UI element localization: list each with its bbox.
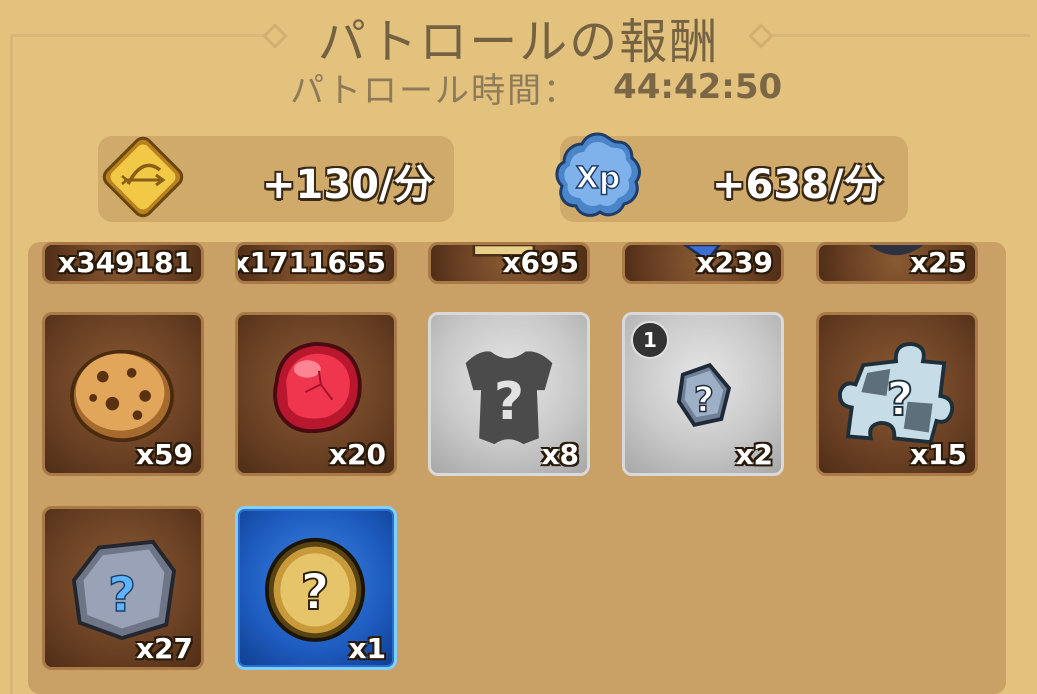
patrol-time-row: パトロール時間： 44:42:50 bbox=[290, 62, 782, 112]
gold-rate-value: +130/分 bbox=[262, 162, 434, 208]
reward-slot-mystery-stone[interactable]: ? x27 bbox=[42, 506, 204, 670]
reward-quantity: x2 bbox=[735, 438, 773, 471]
reward-slot-mystery-coin[interactable]: ? x1 bbox=[235, 506, 397, 670]
reward-slot-cookie[interactable]: x59 bbox=[42, 312, 204, 476]
svg-text:?: ? bbox=[694, 380, 714, 420]
frame-line bbox=[10, 34, 13, 694]
reward-slot-mystery-shard[interactable]: ? 1 x2 bbox=[622, 312, 784, 476]
svg-text:?: ? bbox=[494, 372, 524, 432]
reward-quantity: x15 bbox=[909, 438, 967, 471]
reward-slot[interactable]: x239 bbox=[622, 242, 784, 284]
rewards-panel[interactable]: x349181 x1711655 x695 x239 x25 x59 x20 ?… bbox=[28, 242, 1006, 694]
reward-count-badge: 1 bbox=[631, 321, 669, 359]
svg-text:Xp: Xp bbox=[576, 161, 621, 196]
reward-slot-mystery-puzzle[interactable]: ? x15 bbox=[816, 312, 978, 476]
reward-quantity: x1 bbox=[348, 632, 386, 665]
reward-quantity: x8 bbox=[541, 438, 579, 471]
patrol-time-value: 44:42:50 bbox=[613, 67, 783, 107]
reward-quantity: x59 bbox=[135, 438, 193, 471]
svg-text:?: ? bbox=[886, 372, 913, 426]
bow-coin-icon bbox=[102, 136, 184, 218]
reward-slot-mystery-armor[interactable]: ? x8 bbox=[428, 312, 590, 476]
xp-rate-value: +638/分 bbox=[712, 162, 884, 208]
svg-text:?: ? bbox=[108, 567, 136, 623]
reward-quantity: x695 bbox=[502, 246, 579, 279]
reward-slot[interactable]: x1711655 bbox=[235, 242, 397, 284]
svg-text:?: ? bbox=[301, 563, 330, 621]
reward-quantity: x1711655 bbox=[235, 246, 386, 279]
reward-quantity: x239 bbox=[696, 246, 773, 279]
reward-slot-red-gem[interactable]: x20 bbox=[235, 312, 397, 476]
reward-slot[interactable]: x25 bbox=[816, 242, 978, 284]
xp-badge-icon: Xp bbox=[555, 132, 641, 217]
reward-quantity: x25 bbox=[909, 246, 967, 279]
patrol-time-label: パトロール時間： bbox=[290, 70, 580, 111]
reward-quantity: x20 bbox=[328, 438, 386, 471]
reward-quantity: x349181 bbox=[58, 246, 193, 279]
reward-slot[interactable]: x695 bbox=[428, 242, 590, 284]
reward-slot[interactable]: x349181 bbox=[42, 242, 204, 284]
reward-quantity: x27 bbox=[135, 632, 193, 665]
